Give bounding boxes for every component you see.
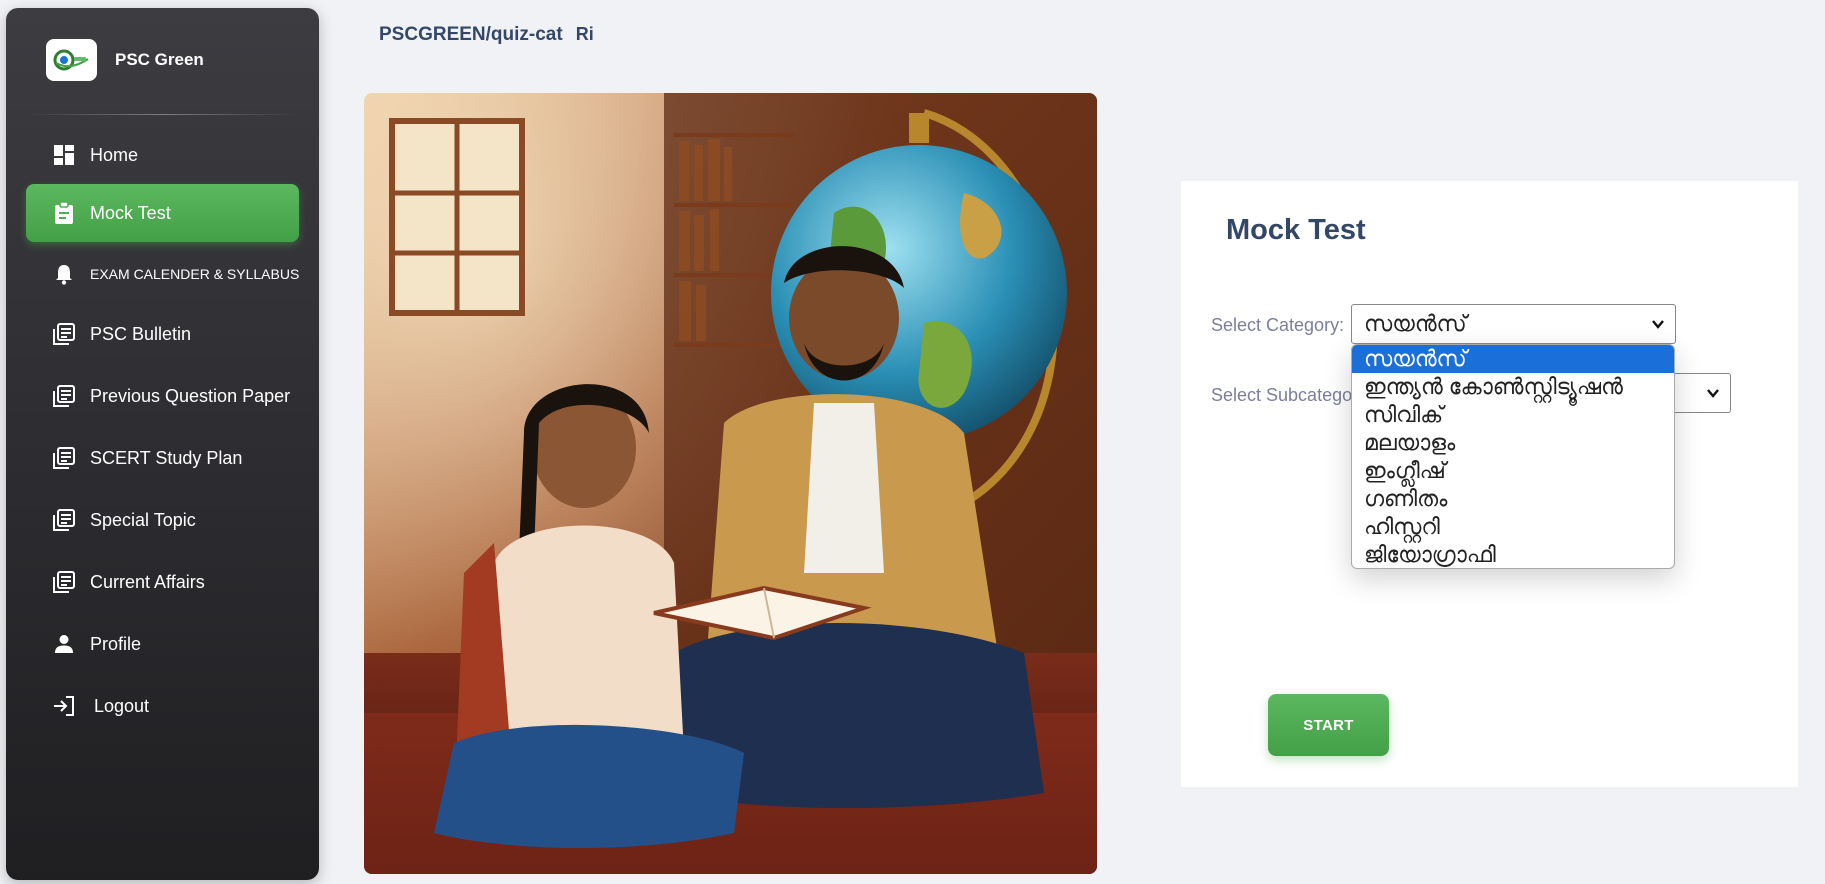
breadcrumb: PSCGREEN/quiz-cat Ri (379, 24, 594, 46)
sidebar-item-special-topic[interactable]: Special Topic (26, 491, 299, 549)
newspaper-icon (52, 322, 76, 346)
newspaper-icon (52, 570, 76, 594)
dropdown-option[interactable]: സിവിക് (1352, 401, 1674, 429)
sidebar-item-scert-study-plan[interactable]: SCERT Study Plan (26, 429, 299, 487)
sidebar-item-label: Previous Question Paper (90, 385, 291, 406)
newspaper-icon (52, 446, 76, 470)
sidebar-item-label: PSC Bulletin (90, 323, 192, 344)
dropdown-option[interactable]: ഗണിതം (1352, 485, 1674, 513)
dropdown-option[interactable]: ജിയോഗ്രാഫി (1352, 541, 1674, 568)
sidebar-divider (26, 114, 299, 115)
sidebar: PSC Green Home Mock Test EXAM CALENDER &… (6, 8, 319, 880)
breadcrumb-extra: Ri (575, 24, 594, 44)
breadcrumb-path[interactable]: PSCGREEN/quiz-cat (379, 24, 563, 46)
sidebar-item-label: Current Affairs (90, 571, 205, 592)
dropdown-option[interactable]: മലയാളം (1352, 429, 1674, 457)
start-button[interactable]: START (1268, 694, 1389, 756)
sidebar-item-exam-calender[interactable]: EXAM CALENDER & SYLLABUS (26, 245, 299, 303)
category-select-value: സയൻസ് (1364, 311, 1467, 336)
sidebar-item-label: Logout (94, 695, 150, 716)
brand-name: PSC Green (115, 50, 204, 69)
hero-image (364, 93, 1097, 874)
brand-logo-icon (46, 39, 97, 81)
newspaper-icon (52, 508, 76, 532)
person-icon (52, 632, 76, 656)
category-label: Select Category: (1211, 315, 1345, 335)
bell-icon (52, 262, 76, 286)
dashboard-icon (52, 143, 76, 167)
dropdown-option[interactable]: ഇന്ത്യൻ കോൺസ്റ്റിട്യൂഷൻ (1352, 373, 1674, 401)
card-title: Mock Test (1226, 214, 1366, 246)
clipboard-icon (52, 201, 76, 225)
dropdown-option[interactable]: സയൻസ് (1352, 345, 1674, 373)
newspaper-icon (52, 384, 76, 408)
category-select[interactable]: സയൻസ് (1351, 304, 1676, 344)
dropdown-option[interactable]: ഇംഗ്ലീഷ് (1352, 457, 1674, 485)
sidebar-item-label: SCERT Study Plan (90, 447, 243, 468)
sidebar-item-psc-bulletin[interactable]: PSC Bulletin (26, 305, 299, 363)
chevron-down-icon (1652, 320, 1664, 329)
dropdown-option[interactable]: ഹിസ്റ്ററി (1352, 513, 1674, 541)
sidebar-item-label: Home (90, 144, 139, 165)
category-dropdown-list[interactable]: സയൻസ് ഇന്ത്യൻ കോൺസ്റ്റിട്യൂഷൻ സിവിക് മലയ… (1351, 344, 1675, 569)
sidebar-item-previous-question-paper[interactable]: Previous Question Paper (26, 367, 299, 425)
sidebar-item-label: Mock Test (90, 202, 171, 223)
sidebar-item-label: Special Topic (90, 509, 196, 530)
sidebar-item-current-affairs[interactable]: Current Affairs (26, 553, 299, 611)
sidebar-item-home[interactable]: Home (26, 126, 299, 184)
sidebar-item-profile[interactable]: Profile (26, 615, 299, 673)
sidebar-item-label: EXAM CALENDER & SYLLABUS (90, 266, 300, 282)
login-icon (52, 694, 76, 718)
brand[interactable]: PSC Green (46, 38, 204, 82)
chevron-down-icon (1707, 389, 1719, 398)
sidebar-item-mock-test[interactable]: Mock Test (26, 184, 299, 242)
sidebar-item-logout[interactable]: Logout (26, 677, 299, 735)
subcategory-label: Select Subcategory: (1211, 385, 1373, 405)
sidebar-item-label: Profile (90, 633, 142, 654)
